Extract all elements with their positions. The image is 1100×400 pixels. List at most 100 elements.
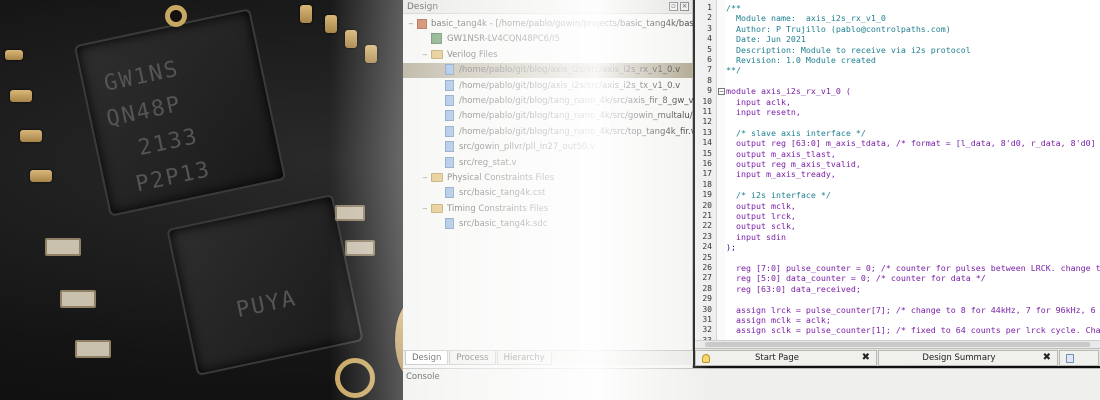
line-number: 10: [702, 96, 712, 106]
code-line: module axis_i2s_rx_v1_0 (: [726, 86, 851, 97]
line-number: 7: [707, 65, 712, 75]
code-line: Revision: 1.0 Module created: [726, 55, 876, 65]
gowin-ide: Design ▫ × − basic_tang4k - [/home/pablo/…: [403, 0, 1100, 400]
code-line: output m_axis_tlast,: [726, 148, 836, 159]
tree-node[interactable]: GW1NSR-LV4CQN48PC6/I5: [403, 32, 693, 47]
panel-tabs: Design Process Hierarchy: [403, 350, 693, 365]
line-number: 9: [707, 86, 712, 96]
line-number-gutter: 1 2 3 4 5 6 7 8 9 10 11 12 13 14 15 16 17 18 19 20 21 22 23 24 2…: [695, 0, 717, 340]
fold-icon[interactable]: −: [718, 88, 725, 96]
tree-label: GW1NSR-LV4CQN48PC6/I5: [447, 34, 560, 45]
collapse-icon[interactable]: −: [421, 48, 429, 63]
tab-start-page[interactable]: Start Page ✖: [695, 350, 877, 366]
code-line: /**: [726, 3, 741, 13]
line-number: 19: [702, 190, 712, 200]
verilog-file-icon: [445, 110, 454, 122]
collapse-icon[interactable]: −: [421, 171, 429, 186]
code-line: assign lrck = pulse_counter[7]; /* chang…: [726, 304, 1100, 315]
verilog-file-icon: [445, 79, 454, 91]
tab-partial[interactable]: [1059, 350, 1099, 366]
line-number: 29: [702, 294, 712, 304]
chip-marking: GW1NS: [101, 56, 182, 97]
tree-file[interactable]: src/basic_tang4k.cst: [403, 186, 693, 201]
code-line: reg [5:0] data_counter = 0; /* counter f…: [726, 273, 986, 284]
verilog-file-icon: [445, 95, 454, 106]
line-number: 18: [702, 179, 712, 189]
tree-file[interactable]: /home/pablo/git/blog/axis_i2s/src/axis_i…: [403, 79, 693, 94]
tree-label: src/reg_stat.v: [459, 157, 517, 168]
tab-label: Design Summary: [922, 353, 996, 363]
code-line: input aclk,: [726, 96, 791, 107]
pcb-via: [335, 358, 375, 398]
code-line: **/: [726, 65, 741, 76]
line-number: 8: [707, 75, 712, 85]
tree-folder[interactable]: − Physical Constraints Files: [403, 171, 693, 186]
line-number: 25: [702, 252, 712, 262]
tree-label: /home/pablo/git/blog/tang_nano_4k/src/ax…: [459, 96, 717, 106]
scrollbar-thumb[interactable]: [705, 342, 1090, 347]
tab-hierarchy[interactable]: Hierarchy: [496, 351, 552, 365]
tree-label: Timing Constraints Files: [447, 203, 549, 214]
line-number: 4: [707, 34, 712, 44]
line-number: 23: [702, 231, 712, 241]
horizontal-scrollbar[interactable]: [695, 340, 1100, 348]
code-line: input resetn,: [726, 107, 801, 117]
pcb-pad: [5, 50, 23, 60]
tree-file[interactable]: src/reg_stat.v: [403, 156, 693, 171]
line-number: 22: [702, 221, 712, 231]
close-icon[interactable]: ✖: [1043, 351, 1051, 365]
tree-label: /home/pablo/git/blog/tang_nano_4k/src/to…: [459, 126, 696, 137]
fpga-chip: GW1NS QN48P 2133 P2P13: [73, 8, 287, 217]
flash-chip: PUYA: [166, 193, 364, 377]
smd-component: [335, 205, 365, 221]
tree-file[interactable]: /home/pablo/git/blog/tang_nano_4k/src/go…: [403, 109, 723, 124]
folder-icon: [431, 49, 443, 59]
project-icon: [417, 18, 427, 29]
chip-marking: QN48P: [104, 91, 185, 133]
tree-file[interactable]: /home/pablo/git/blog/tang_nano_4k/src/ax…: [403, 94, 716, 109]
line-number: 30: [702, 304, 712, 314]
pcb-pad: [365, 45, 377, 63]
line-number: 24: [702, 242, 712, 252]
tree-file[interactable]: src/gowin_pllvr/pll_in27_out50.v: [403, 140, 693, 155]
code-line: reg [63:0] data_received;: [726, 283, 861, 294]
tree-folder[interactable]: − Timing Constraints Files: [403, 202, 693, 217]
line-number: 12: [702, 117, 712, 127]
smd-component: [45, 238, 81, 256]
close-icon[interactable]: ✖: [862, 351, 870, 365]
tab-process[interactable]: Process: [449, 351, 496, 365]
line-number: 3: [707, 23, 712, 33]
collapse-icon[interactable]: −: [407, 17, 415, 32]
tree-folder[interactable]: − Verilog Files: [403, 48, 693, 63]
line-number: 6: [707, 55, 712, 64]
tab-design[interactable]: Design: [405, 351, 449, 365]
chip-marking: PUYA: [234, 286, 300, 324]
pcb-pad: [20, 130, 42, 142]
tree-file[interactable]: /home/pablo/git/blog/tang_nano_4k/src/to…: [403, 125, 696, 140]
tree-file[interactable]: src/basic_tang4k.sdc: [403, 217, 693, 232]
line-number: 5: [707, 44, 712, 54]
design-panel-header: Design ▫ ×: [403, 0, 692, 14]
tree-file[interactable]: /home/pablo/git/blog/axis_i2s/src/axis_i…: [403, 63, 693, 79]
verilog-file-icon: [445, 218, 454, 230]
line-number: 32: [702, 325, 712, 335]
close-icon[interactable]: ×: [680, 2, 689, 11]
collapse-icon[interactable]: −: [421, 202, 429, 217]
code-line: );: [726, 242, 736, 253]
tab-design-summary[interactable]: Design Summary ✖: [878, 350, 1058, 366]
tree-label: /home/pablo/git/blog/axis_i2s/src/axis_i…: [459, 80, 681, 91]
code-editor[interactable]: 1 2 3 4 5 6 7 8 9 10 11 12 13 14 15 16 17 18 19 20 21 22 23 24 2…: [695, 0, 1100, 340]
line-number: 26: [702, 263, 712, 272]
tree-label: /home/pablo/git/blog/tang_nano_4k/src/go…: [459, 111, 724, 122]
tree-label: /home/pablo/git/blog/axis_i2s/src/axis_i…: [459, 65, 681, 76]
tree-node[interactable]: − basic_tang4k - [/home/pablo/gowin/proje…: [403, 17, 727, 32]
code-line: Description: Module to receive via i2s p…: [726, 44, 971, 55]
verilog-file-icon: [445, 125, 454, 137]
verilog-file-icon: [445, 141, 454, 153]
design-panel-title: Design: [407, 2, 439, 12]
pcb-pad: [300, 5, 312, 23]
code-line: input m_axis_tready,: [726, 169, 836, 180]
code-line: assign sclk = pulse_counter[1]; /* fixed…: [726, 325, 1100, 336]
float-icon[interactable]: ▫: [669, 2, 678, 11]
code-line: output lrck,: [726, 211, 796, 221]
